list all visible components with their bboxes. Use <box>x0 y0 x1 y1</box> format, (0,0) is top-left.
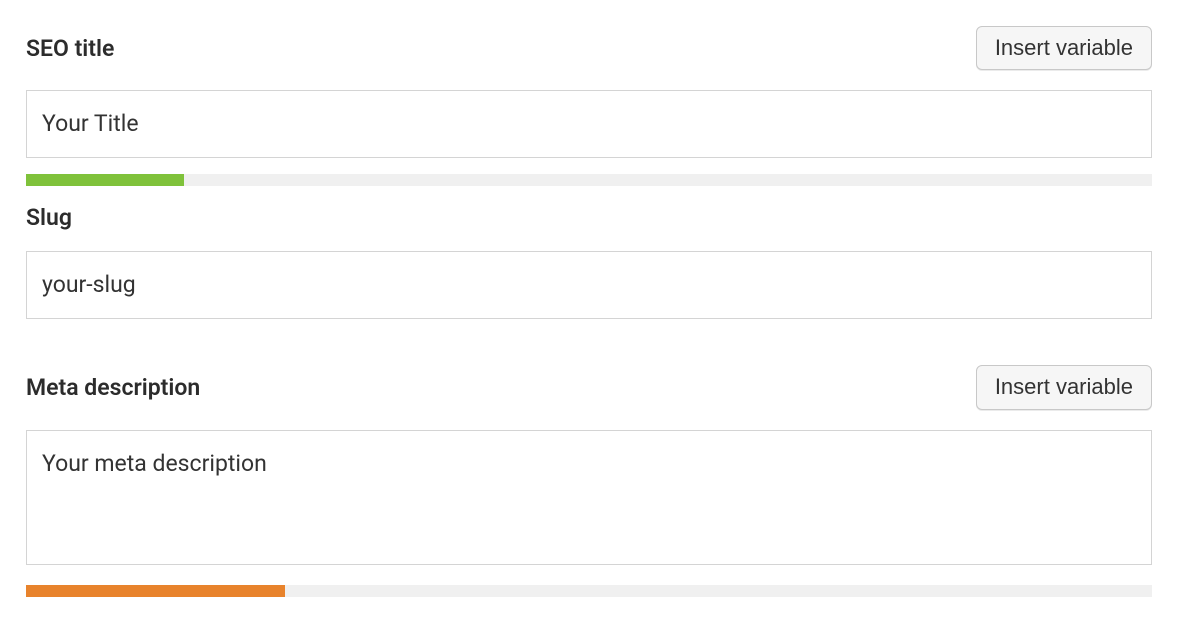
slug-section: Slug <box>26 204 1152 319</box>
seo-title-progress-fill <box>26 174 184 186</box>
slug-input[interactable] <box>26 251 1152 319</box>
insert-variable-button-seo-title[interactable]: Insert variable <box>976 26 1152 70</box>
insert-variable-button-meta-description[interactable]: Insert variable <box>976 365 1152 409</box>
seo-title-section: SEO title Insert variable <box>26 26 1152 186</box>
meta-description-section: Meta description Insert variable <box>26 365 1152 596</box>
slug-header: Slug <box>26 204 1152 231</box>
slug-label: Slug <box>26 204 72 231</box>
meta-description-header: Meta description Insert variable <box>26 365 1152 409</box>
seo-title-header: SEO title Insert variable <box>26 26 1152 70</box>
seo-title-label: SEO title <box>26 35 114 62</box>
meta-description-progress-fill <box>26 585 285 597</box>
seo-title-input[interactable] <box>26 90 1152 158</box>
seo-title-progress-track <box>26 174 1152 186</box>
meta-description-progress-track <box>26 585 1152 597</box>
meta-description-label: Meta description <box>26 374 200 401</box>
meta-description-input[interactable] <box>26 430 1152 565</box>
